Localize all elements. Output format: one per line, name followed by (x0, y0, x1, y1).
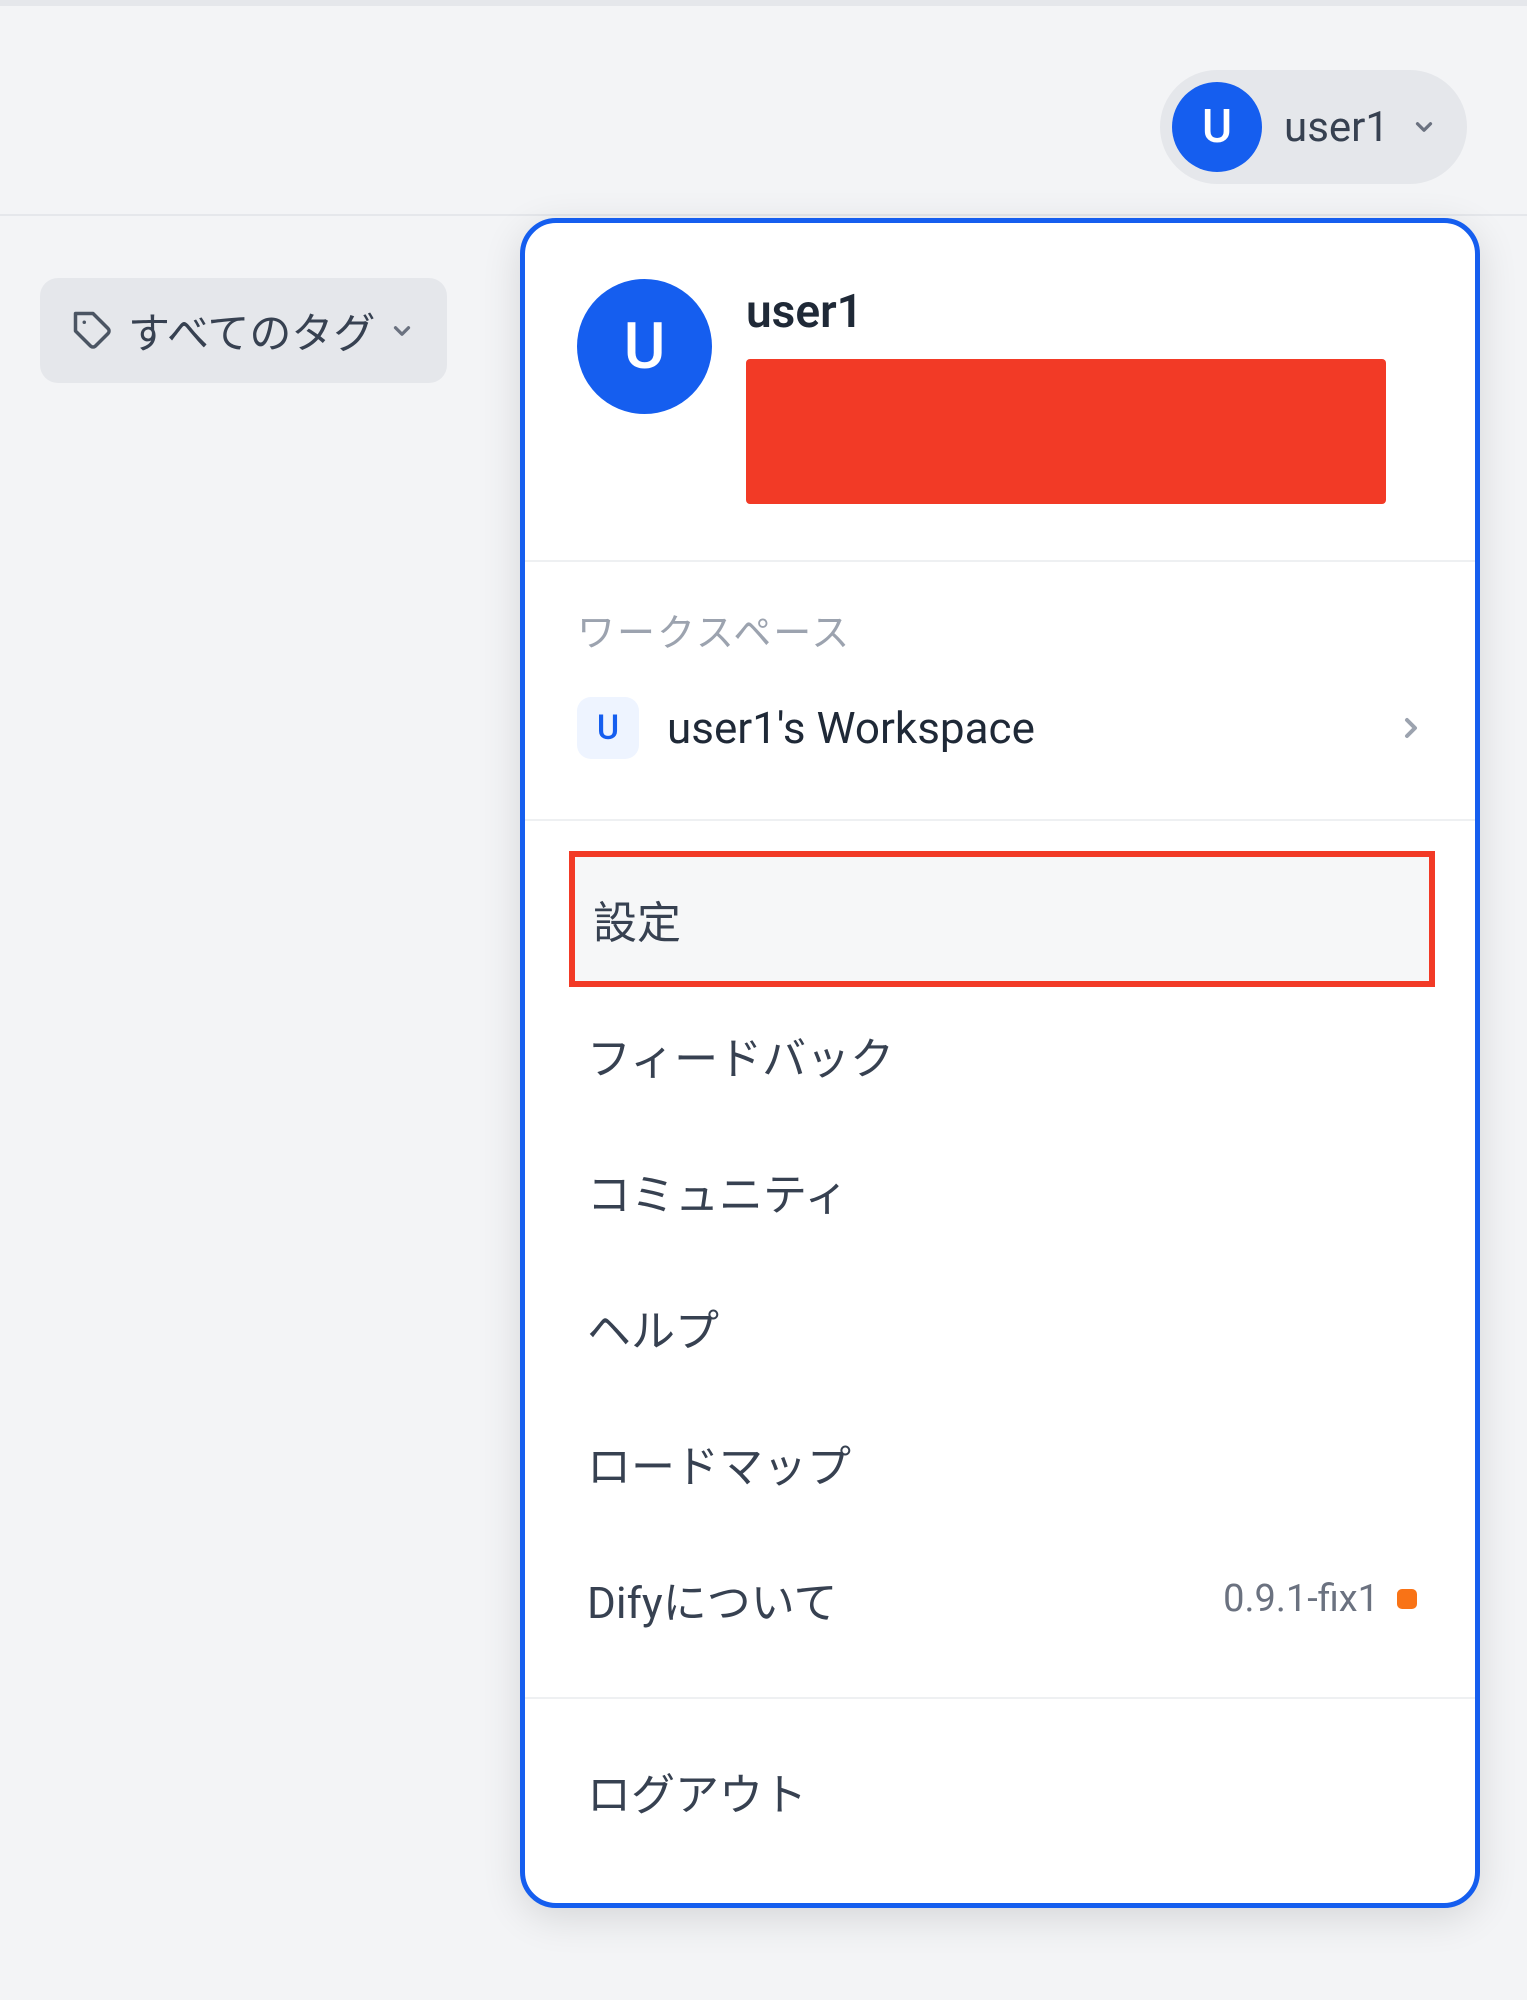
menu-item-community[interactable]: コミュニティ (577, 1123, 1427, 1259)
menu-item-label: ロードマップ (587, 1431, 851, 1495)
tag-icon (72, 310, 114, 352)
version-badge: 0.9.1-fix1 (1223, 1577, 1417, 1621)
chevron-down-icon (1411, 114, 1437, 140)
workspace-avatar: U (577, 697, 639, 759)
workspace-item[interactable]: U user1's Workspace (577, 685, 1427, 771)
menu-item-help[interactable]: ヘルプ (577, 1259, 1427, 1395)
chevron-down-icon (389, 318, 415, 344)
menu-item-settings[interactable]: 設定 (569, 851, 1435, 987)
menu-item-label: Difyについて (587, 1567, 837, 1631)
avatar: U (577, 279, 712, 414)
workspace-section: ワークスペース U user1's Workspace (525, 562, 1475, 821)
profile-username: user1 (746, 285, 1427, 339)
menu-item-about[interactable]: Difyについて 0.9.1-fix1 (577, 1531, 1427, 1667)
chevron-right-icon (1395, 712, 1427, 744)
version-text: 0.9.1-fix1 (1223, 1577, 1379, 1621)
menu-item-label: コミュニティ (587, 1159, 848, 1223)
logout-section: ログアウト (525, 1699, 1475, 1903)
profile-email-redacted (746, 359, 1386, 504)
menu-item-feedback[interactable]: フィードバック (577, 987, 1427, 1123)
menu-item-logout[interactable]: ログアウト (577, 1739, 1427, 1843)
menu-item-label: ログアウト (587, 1759, 807, 1823)
profile-info: user1 (746, 279, 1427, 504)
menu-item-label: ヘルプ (587, 1295, 719, 1359)
menu-item-label: フィードバック (587, 1023, 894, 1087)
menu-items: 設定 フィードバック コミュニティ ヘルプ ロードマップ Difyについて 0.… (525, 821, 1475, 1699)
avatar: U (1172, 82, 1262, 172)
user-menu-button[interactable]: U user1 (1160, 70, 1467, 184)
profile-section: U user1 (525, 223, 1475, 562)
status-dot-icon (1397, 1589, 1417, 1609)
menu-item-label: 設定 (593, 887, 681, 951)
tags-filter-button[interactable]: すべてのタグ (40, 278, 447, 383)
workspace-section-label: ワークスペース (577, 602, 1427, 657)
user-dropdown-panel: U user1 ワークスペース U user1's Workspace 設定 フ… (520, 218, 1480, 1908)
user-menu-name: user1 (1284, 103, 1389, 152)
workspace-name: user1's Workspace (667, 702, 1367, 754)
tags-filter-label: すべてのタグ (128, 300, 375, 361)
menu-item-roadmap[interactable]: ロードマップ (577, 1395, 1427, 1531)
